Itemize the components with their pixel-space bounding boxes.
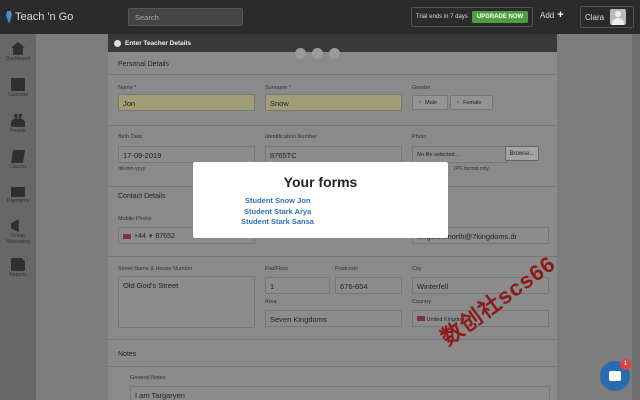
sidebar-item-calendar[interactable]: Calendar [0,70,36,106]
home-icon [11,41,25,55]
area-field[interactable]: Seven Kingdoms [265,310,402,327]
sidebar-item-label: Dashboard [5,55,31,62]
your-forms-popup: Your forms Student Snow Jon Student Star… [193,162,448,238]
general-notes-field[interactable]: I am Targaryen [130,386,550,400]
user-add-icon [114,39,121,47]
sidebar-item-payments[interactable]: Payments [0,178,36,214]
divider [108,256,557,257]
classes-icon [10,149,26,163]
photo-label: Photo [412,134,427,140]
divider [108,74,557,75]
sidebar-item-label: People [10,127,26,134]
payments-icon [11,187,25,198]
user-name: Clara [585,12,605,22]
personal-details-title: Personal Details [118,61,169,68]
avatar [610,9,627,25]
trial-banner: Trial ends in 7 days UPGRADE NOW [411,7,533,27]
city-label: City [412,266,422,272]
chevron-down-icon: ▾ [148,233,153,240]
sidebar-item-label: Reports [9,271,27,278]
chat-icon [609,371,621,381]
phone-country-select[interactable]: +44 ▾ 87652 [123,232,175,240]
divider [108,366,557,367]
popup-title: Your forms [283,174,358,190]
birth-date-hint: dd-mm-yyyy [118,166,146,172]
sidebar-item-label: Group Messaging [5,233,31,245]
divider [108,339,557,340]
trial-text: Trial ends in 7 days [416,14,468,20]
app-logo[interactable]: Teach 'n Go [0,11,122,23]
divider [108,125,557,126]
contact-details-title: Contact Details [118,193,166,200]
sidebar-item-reports[interactable]: Reports [0,250,36,286]
gender-label: Gender [412,85,431,91]
scrollbar[interactable] [632,34,640,400]
sidebar: Dashboard Calendar People Classes Paymen… [0,34,36,400]
sidebar-item-label: Payments [6,198,30,205]
loading-dot [329,48,340,59]
megaphone-icon [11,219,19,233]
phone-prefix-value: +44 [134,232,146,240]
uk-flag-icon [417,316,425,321]
flat-label: Flat/Floor [265,266,289,272]
birth-date-label: Birth Date [118,134,143,140]
browse-button[interactable]: Browse... [505,146,539,161]
people-icon [11,113,25,127]
street-label: Street Name & House Number [118,266,193,272]
flat-field[interactable]: 1 [265,277,330,294]
plus-icon: + [557,9,564,21]
logo-mark-icon [6,11,12,23]
notes-title: Notes [118,351,137,358]
area-label: Area [265,299,277,305]
name-label: Name * [118,85,137,91]
general-notes-label: General Notes [130,375,166,381]
surname-label: Surname * [265,85,291,91]
loading-dot [295,48,306,59]
id-number-field[interactable]: 8765TC [265,146,402,163]
gender-female-button[interactable]: ♀ Female [450,95,493,110]
form-link[interactable]: Student Snow Jon [245,196,310,205]
reports-icon [11,257,25,271]
surname-field[interactable]: Snow [265,94,402,111]
sidebar-item-dashboard[interactable]: Dashboard [0,34,36,70]
postcode-field[interactable]: 676-654 [335,277,402,294]
gender-male-button[interactable]: ♂ Male [412,95,448,110]
mobile-value: 87652 [155,232,175,240]
street-field[interactable]: Old God's Street [118,276,255,328]
sidebar-item-people[interactable]: People [0,106,36,142]
upgrade-button[interactable]: UPGRADE NOW [471,11,529,23]
modal-title: Enter Teacher Details [125,39,191,47]
mobile-label: Mobile Phone [118,216,152,222]
female-label: Female [463,99,482,106]
id-number-label: Identification Number [265,134,317,140]
app-name: Teach 'n Go [15,11,74,23]
add-label: Add [540,10,555,20]
chat-badge: 1 [620,359,631,370]
male-label: Male [425,99,438,106]
search-input[interactable]: Search [128,8,243,26]
sidebar-item-group-messaging[interactable]: Group Messaging [0,214,36,250]
add-button[interactable]: Add + [540,9,564,21]
loading-dots [295,48,340,59]
sidebar-item-label: Calendar [7,91,29,98]
calendar-icon [11,77,25,91]
form-link[interactable]: Student Stark Arya [244,207,311,216]
user-menu[interactable]: Clara [580,6,634,28]
uk-flag-icon [123,233,131,239]
country-label: Country [412,299,432,305]
photo-hint: JPG format only [453,166,489,172]
sidebar-item-label: Classes [9,163,27,170]
loading-dot [312,48,323,59]
sidebar-item-classes[interactable]: Classes [0,142,36,178]
postcode-label: Postcode [335,266,358,272]
male-icon: ♂ [418,99,423,106]
female-icon: ♀ [456,99,461,106]
photo-file-field[interactable]: No file selected... [412,146,507,163]
form-link[interactable]: Student Stark Sansa [241,217,314,226]
birth-date-field[interactable]: 17-09-2019 [118,146,255,163]
name-field[interactable]: Jon [118,94,255,111]
